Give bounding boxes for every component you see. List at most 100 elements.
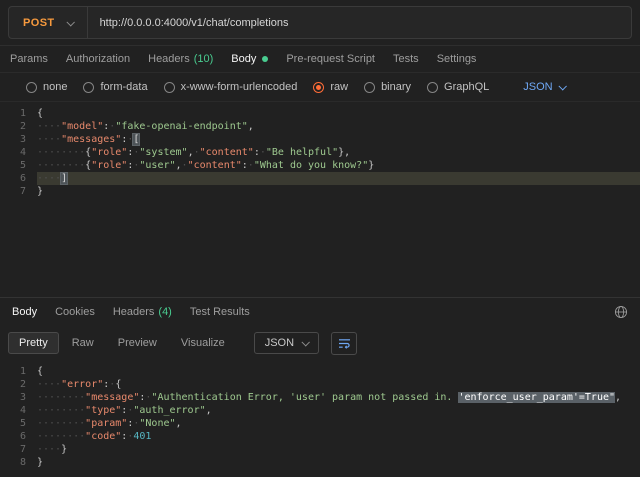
response-header-icons bbox=[614, 305, 628, 319]
bodytype-x-www-form-urlencoded[interactable]: x-www-form-urlencoded bbox=[164, 81, 298, 93]
code-token: { bbox=[37, 108, 43, 119]
code-token: ········ bbox=[37, 431, 85, 442]
radio-label: none bbox=[43, 81, 67, 93]
code-line: 7····} bbox=[0, 443, 640, 456]
code-text: ····] bbox=[37, 172, 640, 185]
radio-label: x-www-form-urlencoded bbox=[181, 81, 298, 93]
bodytype-form-data[interactable]: form-data bbox=[83, 81, 147, 93]
bodytype-graphql[interactable]: GraphQL bbox=[427, 81, 489, 93]
code-text: ········{"role":·"user",·"content":·"Wha… bbox=[37, 159, 640, 172]
bodytype-binary[interactable]: binary bbox=[364, 81, 411, 93]
code-token: "content" bbox=[200, 147, 254, 158]
code-line: 5········{"role":·"user",·"content":·"Wh… bbox=[0, 159, 640, 172]
tab-label: Tests bbox=[393, 53, 419, 65]
code-text: } bbox=[37, 185, 640, 198]
body-language-selector[interactable]: JSON bbox=[523, 81, 564, 93]
url-input[interactable] bbox=[88, 17, 631, 29]
tab-params[interactable]: Params bbox=[10, 53, 48, 65]
code-token: { bbox=[115, 379, 121, 390]
code-token: "What do you know?" bbox=[254, 160, 368, 171]
response-format-selector[interactable]: JSON bbox=[254, 332, 319, 354]
radio-icon bbox=[427, 82, 438, 93]
tab-tests[interactable]: Tests bbox=[393, 53, 419, 65]
response-tab-group: Body Cookies Headers(4) Test Results bbox=[12, 306, 250, 318]
code-token: "role" bbox=[91, 147, 127, 158]
code-text: ····"messages":·[ bbox=[37, 133, 640, 146]
tab-cookies[interactable]: Cookies bbox=[55, 306, 95, 318]
code-line: 2····"error":·{ bbox=[0, 378, 640, 391]
wrap-text-button[interactable] bbox=[331, 332, 357, 355]
bodytype-none[interactable]: none bbox=[26, 81, 67, 93]
code-text: ········"code":·401 bbox=[37, 430, 640, 443]
code-text: { bbox=[37, 107, 640, 120]
code-text: { bbox=[37, 365, 640, 378]
code-line: 1{ bbox=[0, 365, 640, 378]
tab-body[interactable]: Body bbox=[231, 53, 268, 65]
view-tab-raw[interactable]: Raw bbox=[61, 332, 105, 354]
line-number: 5 bbox=[0, 417, 37, 430]
code-line: 4········{"role":·"system",·"content":·"… bbox=[0, 146, 640, 159]
code-token: ········ bbox=[37, 392, 85, 403]
body-type-row: none form-data x-www-form-urlencoded raw bin… bbox=[0, 73, 640, 101]
bodytype-raw[interactable]: raw bbox=[313, 81, 348, 93]
code-token: ···· bbox=[37, 134, 61, 145]
code-token: "code" bbox=[85, 431, 121, 442]
code-token: } bbox=[61, 444, 67, 455]
tab-label: Authorization bbox=[66, 53, 130, 65]
request-tabs: Params Authorization Headers (10) Body Pre-re… bbox=[0, 46, 640, 73]
code-token: { bbox=[37, 366, 43, 377]
method-select[interactable]: POST bbox=[9, 7, 87, 38]
line-number: 7 bbox=[0, 185, 37, 198]
radio-label: GraphQL bbox=[444, 81, 489, 93]
tab-settings[interactable]: Settings bbox=[437, 53, 477, 65]
line-number: 2 bbox=[0, 378, 37, 391]
code-token: "fake-openai-endpoint" bbox=[115, 121, 247, 132]
tab-label: Params bbox=[10, 53, 48, 65]
code-token: ········ bbox=[37, 418, 85, 429]
code-token: } bbox=[368, 160, 374, 171]
method-label: POST bbox=[23, 17, 55, 29]
code-line: 5········"param":·"None", bbox=[0, 417, 640, 430]
request-body-editor[interactable]: 1{2····"model":·"fake-openai-endpoint",3… bbox=[0, 101, 640, 297]
radio-icon bbox=[164, 82, 175, 93]
tab-body[interactable]: Body bbox=[12, 306, 37, 318]
line-number: 2 bbox=[0, 120, 37, 133]
code-token: 'enforce_user_param'=True" bbox=[458, 392, 615, 403]
tab-count: (10) bbox=[194, 53, 214, 65]
view-tab-preview[interactable]: Preview bbox=[107, 332, 168, 354]
code-token: , bbox=[176, 418, 182, 429]
code-text: ········{"role":·"system",·"content":·"B… bbox=[37, 146, 640, 159]
code-token: , bbox=[206, 405, 212, 416]
line-number: 4 bbox=[0, 146, 37, 159]
code-token: "Be helpful" bbox=[266, 147, 338, 158]
tab-headers[interactable]: Headers (10) bbox=[148, 53, 213, 65]
code-line: 8} bbox=[0, 456, 640, 469]
line-number: 7 bbox=[0, 443, 37, 456]
tab-label: Pre-request Script bbox=[286, 53, 375, 65]
code-token: "Authentication Error, 'user' param not … bbox=[151, 392, 458, 403]
code-token: "messages" bbox=[61, 134, 121, 145]
tab-label: Test Results bbox=[190, 306, 250, 318]
tab-headers[interactable]: Headers(4) bbox=[113, 306, 172, 318]
chevron-down-icon bbox=[66, 18, 74, 26]
tab-test-results[interactable]: Test Results bbox=[190, 306, 250, 318]
code-line: 4········"type":·"auth_error", bbox=[0, 404, 640, 417]
code-token: "type" bbox=[85, 405, 121, 416]
globe-icon[interactable] bbox=[614, 305, 628, 319]
view-tab-visualize[interactable]: Visualize bbox=[170, 332, 236, 354]
tab-label: Headers bbox=[148, 53, 190, 65]
code-text: } bbox=[37, 456, 640, 469]
response-view-tabs: PrettyRawPreviewVisualize bbox=[8, 332, 236, 354]
response-body-editor[interactable]: 1{2····"error":·{3········"message":·"Au… bbox=[0, 360, 640, 477]
line-number: 3 bbox=[0, 133, 37, 146]
wrap-text-icon bbox=[338, 338, 351, 349]
tab-authorization[interactable]: Authorization bbox=[66, 53, 130, 65]
code-token: ···· bbox=[37, 121, 61, 132]
code-token: }, bbox=[338, 147, 350, 158]
radio-icon bbox=[313, 82, 324, 93]
view-tab-pretty[interactable]: Pretty bbox=[8, 332, 59, 354]
code-token: 401 bbox=[133, 431, 151, 442]
code-token: ········ bbox=[37, 147, 85, 158]
radio-label: binary bbox=[381, 81, 411, 93]
tab-pre-request-script[interactable]: Pre-request Script bbox=[286, 53, 375, 65]
